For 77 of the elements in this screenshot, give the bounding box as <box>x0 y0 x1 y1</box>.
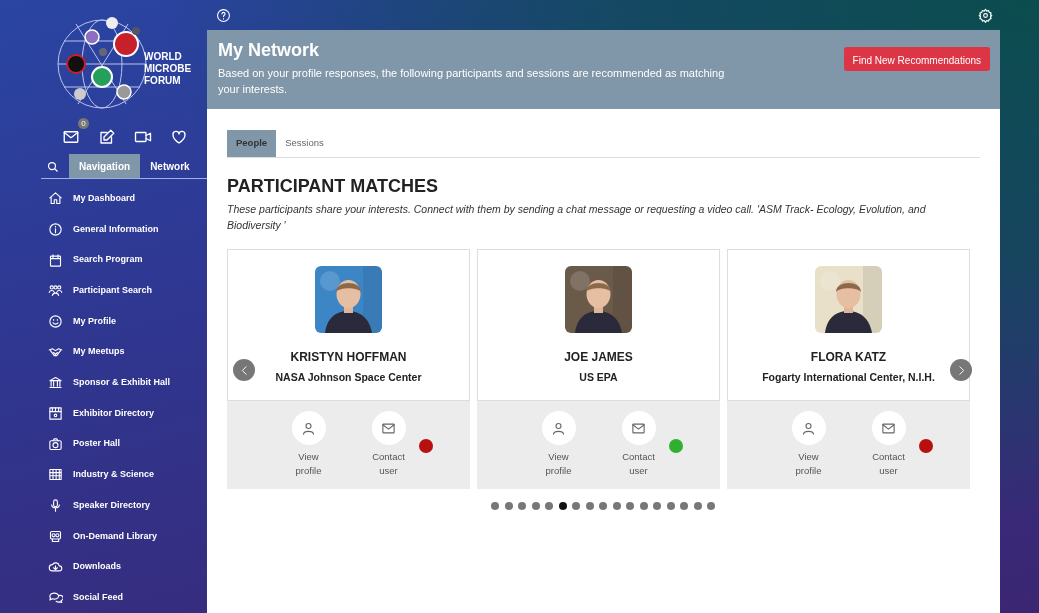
pager-dot[interactable] <box>599 502 607 511</box>
pager-dot[interactable] <box>585 502 594 511</box>
section-description: These participants share your interests. Connect with them by sending a chat message or requesting a video call. 'ASM Track- Ecology, Evolution, and Biodiversity ' <box>227 202 927 234</box>
view-profile-button[interactable]: View profile <box>538 411 579 490</box>
pager-dot[interactable] <box>504 502 513 511</box>
grid-icon <box>48 467 63 483</box>
edit-icon <box>98 128 116 147</box>
view-profile-button[interactable]: View profile <box>788 411 829 490</box>
help-icon <box>216 7 231 23</box>
calendar-icon <box>48 252 63 268</box>
page-title: My Network <box>218 40 321 62</box>
nav-item[interactable]: Participant Search <box>48 275 207 307</box>
person-icon <box>551 420 566 436</box>
pager-dot[interactable] <box>693 502 702 511</box>
person-icon <box>801 420 816 436</box>
settings-button[interactable] <box>978 7 993 23</box>
nav-item[interactable]: Industry & Science <box>48 459 207 491</box>
participant-organization: US EPA <box>579 370 618 386</box>
pager-dot[interactable] <box>666 502 675 511</box>
smiley-icon <box>48 313 63 329</box>
section-heading: PARTICIPANT MATCHES <box>227 175 439 198</box>
nav-item[interactable]: On-Demand Library <box>48 520 207 552</box>
nav-item[interactable]: Downloads <box>48 551 207 583</box>
nav-item[interactable]: My Meetups <box>48 336 207 368</box>
info-icon <box>48 221 63 237</box>
nav-item[interactable]: Sponsor & Exhibit Hall <box>48 367 207 399</box>
mail-icon <box>881 420 896 436</box>
tab[interactable]: Sessions <box>276 129 333 157</box>
pager-dot[interactable] <box>653 502 661 511</box>
pager-dot[interactable] <box>639 502 648 511</box>
edit-button[interactable] <box>98 128 116 147</box>
nav-item[interactable]: Social Feed <box>48 582 207 613</box>
count-badge: 0 <box>78 118 89 130</box>
pager-dot[interactable] <box>626 502 634 511</box>
chat-icon <box>48 590 63 606</box>
contact-user-button[interactable]: Contact user <box>368 411 409 490</box>
contact-user-button[interactable]: Contact user <box>868 411 909 490</box>
participant-name: FLORA KATZ <box>810 349 887 367</box>
participant-organization: NASA Johnson Space Center <box>275 370 422 386</box>
pager-dot[interactable] <box>491 502 499 511</box>
pager-dot[interactable] <box>518 502 526 511</box>
nav-item[interactable]: My Dashboard <box>48 183 207 215</box>
page-description: Based on your profile responses, the following participants and sessions are recommended as matching your interests. <box>218 65 726 97</box>
contact-user-button[interactable]: Contact user <box>618 411 659 490</box>
pager-dot[interactable] <box>572 502 580 511</box>
pager-dot[interactable] <box>545 502 553 511</box>
sidebar-tab[interactable]: Network <box>140 154 200 179</box>
home-icon <box>48 191 63 207</box>
logo-text: WORLD MICROBE FORUM <box>144 51 192 88</box>
camera-icon <box>48 436 63 452</box>
participant-name: KRISTYN HOFFMAN <box>290 349 407 367</box>
pager-dot[interactable] <box>612 502 621 511</box>
view-profile-button[interactable]: View profile <box>288 411 329 490</box>
pager-dot[interactable] <box>558 502 567 511</box>
participant-organization: Fogarty International Center, N.I.H. <box>762 370 935 386</box>
nav-item[interactable]: Poster Hall <box>48 428 207 460</box>
pager-dot[interactable] <box>707 502 715 511</box>
search-icon <box>47 161 59 174</box>
mail-icon <box>631 420 646 436</box>
person-icon <box>301 420 316 436</box>
nav-item[interactable]: Exhibitor Directory <box>48 398 207 429</box>
settings-icon <box>978 7 993 23</box>
participant-name: JOE JAMES <box>564 349 633 367</box>
find-recommendations-button[interactable]: Find New Recommendations <box>843 47 990 71</box>
cloud-download-icon <box>48 559 63 575</box>
pager-dot[interactable] <box>531 502 540 511</box>
microphone-icon <box>48 498 63 514</box>
pager-dot[interactable] <box>680 502 688 511</box>
nav-item[interactable]: Search Program <box>48 244 207 276</box>
building-icon <box>48 375 63 391</box>
nav-item[interactable]: Speaker Directory <box>48 490 207 521</box>
nav-item[interactable]: My Profile <box>48 306 207 337</box>
mail-icon <box>381 420 396 436</box>
help-button[interactable] <box>216 7 231 23</box>
tab[interactable]: People <box>227 129 277 157</box>
people-icon <box>48 283 63 299</box>
nav-item[interactable]: General Information <box>48 214 207 245</box>
